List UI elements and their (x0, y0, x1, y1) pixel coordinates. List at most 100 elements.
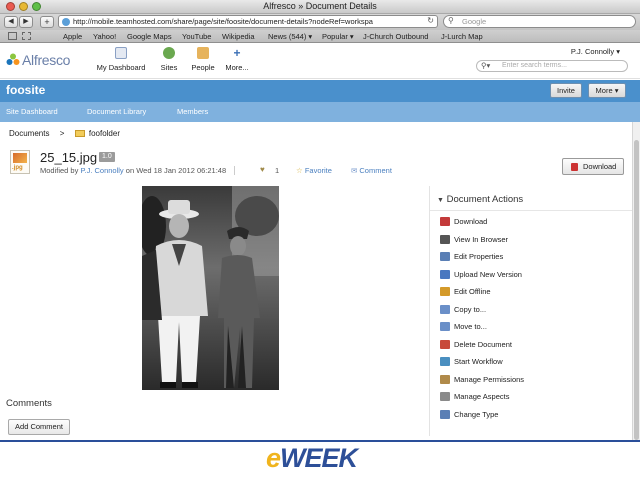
modified-date: on Wed 18 Jan 2012 06:21:48 (125, 166, 227, 175)
download-label: Download (583, 162, 617, 171)
screen: Alfresco » Document Details ◀ ▶ + http:/… (0, 0, 640, 480)
action-label: Manage Permissions (454, 374, 525, 384)
document-actions-heading: Document Actions (446, 194, 524, 205)
breadcrumb: Documents > foofolder (9, 129, 120, 138)
action-icon (440, 392, 450, 401)
top-sites-grid-icon[interactable] (22, 32, 31, 40)
action-icon (440, 287, 450, 296)
bookmarks-book-icon[interactable] (8, 32, 17, 40)
reload-icon[interactable]: ↻ (427, 16, 434, 25)
bookmark-item[interactable]: J-Lurch Map (441, 32, 483, 41)
nav-sites-label: Sites (160, 63, 178, 72)
back-icon[interactable]: ◀ (4, 16, 18, 28)
like-icon[interactable]: ♥ (260, 165, 265, 174)
nav-my-dashboard[interactable]: My Dashboard (96, 47, 146, 72)
app-logo-text[interactable]: Alfresco (22, 52, 70, 68)
action-icon (440, 322, 450, 331)
bookmarks-bar: Apple Yahoo! Google Maps YouTube Wikiped… (0, 30, 640, 43)
nav-more[interactable]: + More... (225, 47, 249, 72)
modifier-link[interactable]: P.J. Connolly (80, 166, 123, 175)
favorite-label: Favorite (304, 166, 332, 175)
user-menu[interactable]: P.J. Connolly ▾ (571, 47, 620, 56)
comment-link[interactable]: ✉ Comment (351, 166, 392, 175)
site-navigation: Site Dashboard Document Library Members (0, 102, 640, 122)
meta-divider (234, 166, 236, 175)
site-more-button[interactable]: More ▾ (588, 83, 626, 98)
sites-icon (163, 47, 175, 59)
action-label: View In Browser (454, 234, 509, 244)
scrollbar-thumb[interactable] (634, 140, 639, 440)
like-count: 1 (275, 166, 280, 175)
site-favicon-icon (62, 18, 70, 26)
site-search-input[interactable]: ⚲▾ Enter search terms... (476, 60, 628, 72)
window-titlebar: Alfresco » Document Details (0, 0, 640, 14)
invite-button[interactable]: Invite (550, 83, 582, 98)
site-search-placeholder: Enter search terms... (502, 62, 567, 69)
action-label: Delete Document (454, 339, 512, 349)
document-preview-image (142, 186, 279, 390)
bookmark-item[interactable]: Google Maps (127, 32, 172, 41)
tab-document-library[interactable]: Document Library (87, 107, 146, 116)
bookmark-item[interactable]: Yahoo! (93, 32, 116, 41)
action-label: Copy to... (454, 304, 487, 314)
action-label: Start Workflow (454, 357, 503, 366)
dashboard-icon (115, 47, 127, 59)
site-title-bar: foosite Invite More ▾ (0, 80, 640, 102)
speech-bubble-icon: ✉ (351, 166, 358, 175)
action-icon (440, 217, 450, 226)
bookmark-item[interactable]: J-Church Outbound (363, 32, 428, 41)
people-icon (197, 47, 209, 59)
browser-toolbar: ◀ ▶ + http://mobile.teamhosted.com/share… (0, 14, 640, 30)
download-button[interactable]: Download (562, 158, 624, 175)
action-icon (440, 234, 450, 244)
breadcrumb-separator: > (59, 129, 65, 138)
folder-icon (74, 130, 85, 137)
action-label: Edit Offline (454, 287, 491, 296)
document-name: 25_15.jpg (40, 150, 98, 165)
bookmark-item[interactable]: Apple (63, 32, 82, 41)
nav-people[interactable]: People (190, 47, 216, 72)
action-icon (440, 357, 450, 366)
action-label: Move to... (454, 322, 487, 331)
browser-search-placeholder: Google (462, 17, 487, 26)
collapse-triangle-icon: ▼ (437, 197, 444, 204)
file-extension-label: .jpg (12, 165, 23, 171)
address-bar[interactable]: http://mobile.teamhosted.com/share/page/… (58, 15, 438, 28)
breadcrumb-documents[interactable]: Documents (9, 129, 49, 138)
action-icon (440, 339, 450, 349)
action-label: Upload New Version (454, 269, 522, 279)
document-actions-title[interactable]: ▼ Document Actions (437, 194, 523, 205)
bookmark-item[interactable]: Wikipedia (222, 32, 255, 41)
action-icon (440, 374, 450, 384)
favorite-link[interactable]: ☆ Favorite (296, 166, 332, 175)
action-label: Manage Aspects (454, 392, 510, 401)
bookmark-item[interactable]: News (544) ▾ (268, 32, 312, 41)
search-options-icon[interactable]: ⚲▾ (481, 61, 490, 70)
tab-site-dashboard[interactable]: Site Dashboard (6, 107, 58, 116)
actions-divider (430, 210, 640, 211)
modified-prefix: Modified by (40, 166, 79, 175)
plus-icon: + (233, 46, 241, 60)
star-icon: ☆ (296, 166, 303, 175)
bookmark-item[interactable]: Popular ▾ (322, 32, 354, 41)
add-comment-button[interactable]: Add Comment (8, 419, 70, 435)
add-bookmark-icon[interactable]: + (40, 16, 54, 28)
app-header: Alfresco My Dashboard Sites People + Mor… (0, 43, 640, 79)
download-icon (571, 163, 578, 171)
url-text: http://mobile.teamhosted.com/share/page/… (73, 17, 373, 26)
nav-my-dashboard-label: My Dashboard (96, 63, 146, 72)
comments-heading: Comments (6, 398, 52, 409)
action-label: Change Type (454, 409, 499, 419)
bookmark-item[interactable]: YouTube (182, 32, 211, 41)
forward-icon[interactable]: ▶ (19, 16, 33, 28)
alfresco-logo-icon (6, 53, 20, 65)
page-scrollbar[interactable] (632, 122, 640, 440)
nav-more-label: More... (225, 63, 249, 72)
modified-info: Modified by P.J. Connolly on Wed 18 Jan … (40, 166, 241, 175)
tab-members[interactable]: Members (177, 107, 208, 116)
nav-sites[interactable]: Sites (158, 47, 180, 72)
jpg-file-icon: .jpg (10, 150, 30, 174)
browser-search-input[interactable]: ⚲ Google (443, 15, 636, 28)
search-icon: ⚲ (448, 16, 454, 25)
breadcrumb-folder[interactable]: foofolder (89, 129, 120, 138)
